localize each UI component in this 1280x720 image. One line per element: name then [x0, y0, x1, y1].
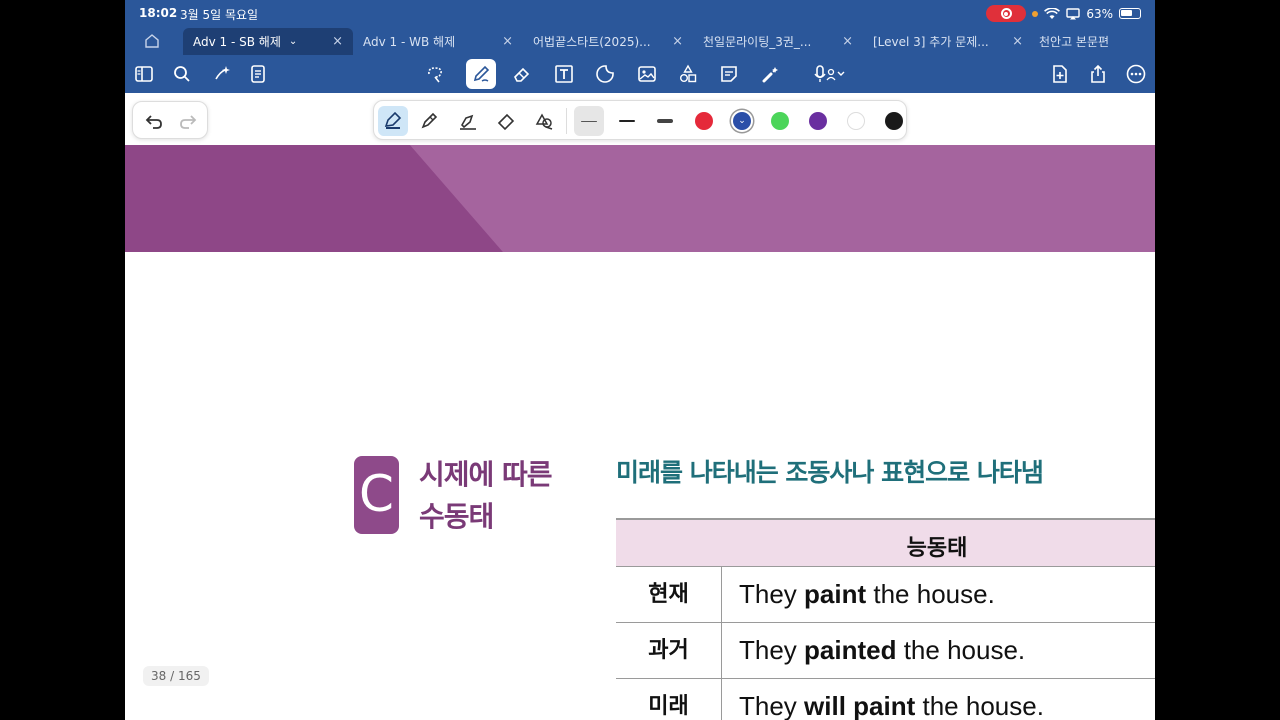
sparkle-icon[interactable]	[211, 63, 233, 85]
thick-line-icon	[657, 119, 673, 123]
tab-adv1-wb[interactable]: Adv 1 - WB 해제 ×	[353, 28, 523, 55]
thin-line-icon	[581, 120, 597, 122]
document-icon[interactable]	[247, 63, 269, 85]
record-icon	[1000, 8, 1012, 19]
tab-level3-extra[interactable]: [Level 3] 추가 문제... ×	[863, 28, 1033, 55]
home-icon[interactable]	[143, 32, 161, 50]
tab-label: 천안고 본문편	[1039, 35, 1110, 49]
section-title-line2: 수동태	[419, 500, 494, 533]
thickness-medium[interactable]	[612, 106, 642, 136]
close-icon[interactable]: ×	[842, 34, 853, 49]
add-page-icon[interactable]	[1049, 63, 1071, 85]
color-green[interactable]	[771, 112, 789, 130]
status-time: 18:02	[139, 6, 178, 20]
close-icon[interactable]: ×	[502, 34, 513, 49]
table-row: 미래 They will paint the house.	[616, 679, 1155, 720]
section-badge-letter: C	[359, 465, 394, 523]
battery-percent: 63%	[1086, 6, 1113, 21]
tab-cheonan-main[interactable]: 천안고 본문편	[1029, 28, 1155, 55]
row-sentence: They paint the house.	[739, 579, 995, 609]
row-label: 현재	[616, 567, 722, 622]
toolbar-divider	[566, 108, 567, 134]
tab-writing-book3[interactable]: 천일문라이팅_3권_... ×	[693, 28, 863, 55]
header-decoration	[125, 145, 1155, 252]
tab-label: Adv 1 - WB 해제	[363, 35, 456, 49]
main-toolbar	[125, 55, 1155, 93]
status-right: 63%	[986, 5, 1141, 22]
thickness-thin[interactable]	[574, 106, 604, 136]
section-badge: C	[354, 456, 399, 534]
table-header-label: 능동태	[906, 536, 968, 561]
close-icon[interactable]: ×	[332, 34, 343, 49]
share-icon[interactable]	[1087, 63, 1109, 85]
laser-icon[interactable]	[760, 63, 782, 85]
microphone-icon[interactable]	[811, 63, 851, 85]
row-label: 과거	[616, 623, 722, 678]
tab-grammar-start[interactable]: 어법끝스타트(2025)... ×	[523, 28, 693, 55]
highlighter-icon[interactable]	[453, 106, 483, 136]
checkmark-icon: ⌄	[738, 116, 746, 126]
section-subtitle: 미래를 나타내는 조동사나 표현으로 나타냄	[616, 458, 1044, 487]
table-row: 현재 They paint the house.	[616, 567, 1155, 623]
tab-label: 어법끝스타트(2025)...	[533, 35, 651, 49]
image-icon[interactable]	[636, 63, 658, 85]
color-white[interactable]	[847, 112, 865, 130]
page-header-band	[125, 145, 1155, 252]
text-box-icon[interactable]	[553, 63, 575, 85]
wifi-icon	[1044, 7, 1061, 19]
undo-redo-group	[132, 101, 208, 139]
tab-bar: Adv 1 - SB 해제 ⌄ × Adv 1 - WB 해제 × 어법끝스타트…	[125, 28, 1155, 55]
row-sentence: They will paint the house.	[739, 691, 1044, 720]
screen-mirror-icon	[1066, 7, 1081, 19]
thickness-thick[interactable]	[650, 106, 680, 136]
battery-icon	[1119, 8, 1141, 19]
color-blue[interactable]: ⌄	[733, 112, 751, 130]
color-purple[interactable]	[809, 112, 827, 130]
tab-label: [Level 3] 추가 문제...	[873, 35, 989, 49]
app-window: 18:02 3월 5일 목요일 63% Adv 1 - SB 해제 ⌄ × Ad…	[125, 0, 1155, 720]
status-date: 3월 5일 목요일	[180, 8, 259, 22]
shape-tool-icon[interactable]	[529, 106, 559, 136]
row-sentence: They painted the house.	[739, 635, 1026, 665]
eraser-icon[interactable]	[491, 106, 521, 136]
row-label: 미래	[616, 679, 722, 720]
pen-icon[interactable]	[466, 59, 496, 89]
close-icon[interactable]: ×	[1012, 34, 1023, 49]
sticker-icon[interactable]	[594, 63, 616, 85]
note-icon[interactable]	[718, 63, 740, 85]
fountain-pen-icon[interactable]	[378, 106, 408, 136]
ballpoint-icon[interactable]	[415, 106, 445, 136]
tab-label: 천일문라이팅_3권_...	[703, 35, 812, 49]
color-red[interactable]	[695, 112, 713, 130]
section-title-line1: 시제에 따른	[419, 458, 553, 491]
screen-record-indicator[interactable]	[986, 5, 1027, 22]
color-black[interactable]	[885, 112, 903, 130]
shapes-icon[interactable]	[677, 63, 699, 85]
status-bar: 18:02 3월 5일 목요일 63%	[125, 0, 1155, 28]
more-icon[interactable]	[1125, 63, 1147, 85]
redo-icon[interactable]	[177, 110, 199, 132]
table-header: 능동태	[616, 518, 1155, 567]
close-icon[interactable]: ×	[672, 34, 683, 49]
section-title: 시제에 따른 수동태	[419, 454, 553, 538]
tab-label: Adv 1 - SB 해제	[193, 35, 281, 49]
page-indicator[interactable]: 38 / 165	[143, 666, 209, 686]
search-icon[interactable]	[171, 63, 193, 85]
tab-adv1-sb[interactable]: Adv 1 - SB 해제 ⌄ ×	[183, 28, 353, 55]
drawing-toolbar: ⌄	[373, 100, 907, 140]
table-row: 과거 They painted the house.	[616, 623, 1155, 679]
chevron-down-icon[interactable]: ⌄	[289, 36, 297, 47]
mic-in-use-dot	[1032, 10, 1039, 17]
undo-icon[interactable]	[143, 110, 165, 132]
sidebar-icon[interactable]	[133, 63, 155, 85]
lasso-icon[interactable]	[424, 63, 446, 85]
medium-line-icon	[619, 120, 635, 122]
eraser-icon[interactable]	[511, 63, 533, 85]
